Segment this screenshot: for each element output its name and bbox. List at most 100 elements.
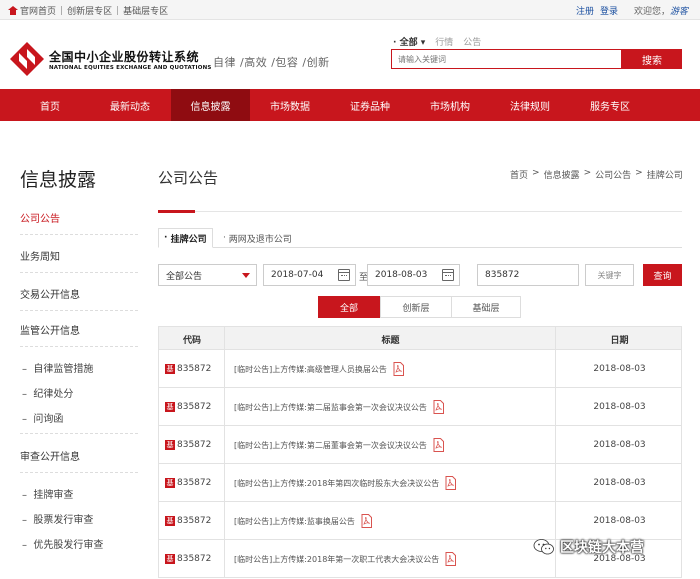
breadcrumb-company-announcements[interactable]: 公司公告	[595, 168, 631, 181]
breadcrumb-listed-companies: 挂牌公司	[646, 171, 683, 181]
sidebar-item-trading-info[interactable]: 交易公开信息	[20, 286, 138, 301]
sidebar-sub-stock-issuance-review[interactable]: – 股票发行审查	[22, 511, 93, 526]
basic-tier-badge: 基	[165, 516, 175, 526]
top-utility-bar: 官网首页 | 创新层专区 | 基础层专区 注册 登录 欢迎您，游客	[0, 0, 700, 20]
sidebar-divider	[20, 346, 138, 347]
sidebar-sub-label: 纪律处分	[33, 389, 74, 400]
breadcrumb-home[interactable]: 首页	[510, 168, 528, 181]
row-title[interactable]: [临时公告]上方传媒:第二届监事会第一次会议决议公告	[234, 388, 444, 426]
nav-home[interactable]: 首页	[20, 89, 80, 121]
announcement-title-link[interactable]: [临时公告]上方传媒:2018年第一次职工代表大会决议公告	[234, 554, 439, 565]
announcement-title-link[interactable]: [临时公告]上方传媒:第二届董事会第一次会议决议公告	[234, 440, 427, 451]
query-button[interactable]: 查询	[643, 264, 682, 286]
code-value: 835872	[177, 440, 212, 450]
login-link[interactable]: 登录	[600, 4, 618, 17]
end-date-value: 2018-08-03	[375, 270, 428, 280]
start-date-input[interactable]: 2018-07-04	[263, 264, 356, 286]
row-title[interactable]: [临时公告]上方传媒:高级管理人员换届公告	[234, 350, 404, 388]
calendar-icon[interactable]	[338, 269, 350, 281]
pdf-icon[interactable]	[393, 362, 404, 376]
row-title[interactable]: [临时公告]上方传媒:2018年第四次临时股东大会决议公告	[234, 464, 457, 502]
register-link[interactable]: 注册	[576, 4, 594, 17]
end-date-input[interactable]: 2018-08-03	[367, 264, 460, 286]
nav-latest-news[interactable]: 最新动态	[100, 89, 160, 121]
basic-zone-link[interactable]: 基础层专区	[123, 4, 168, 17]
sidebar-title: 信息披露	[20, 169, 97, 191]
keyword-input[interactable]: 关键字	[585, 264, 634, 286]
sidebar-sub-label: 优先股发行审查	[33, 540, 104, 551]
segment-innovation-tier[interactable]: 创新层	[380, 296, 452, 318]
breadcrumb-separator: >	[635, 168, 643, 178]
nav-market-data[interactable]: 市场数据	[260, 89, 320, 121]
tab-listed-companies[interactable]: · 挂牌公司	[158, 228, 213, 248]
search-button[interactable]: 搜索	[622, 49, 682, 69]
security-code-input[interactable]: 835872	[477, 264, 579, 286]
column-header-date: 日期	[610, 335, 629, 346]
row-code: 基 835872	[165, 540, 211, 578]
sidebar-sub-preferred-stock-review[interactable]: – 优先股发行审查	[22, 536, 103, 551]
breadcrumb-info-disclosure[interactable]: 信息披露	[544, 168, 580, 181]
nav-service-zone[interactable]: 服务专区	[580, 89, 640, 121]
official-home-link[interactable]: 官网首页	[20, 4, 56, 17]
announcement-title-link[interactable]: [临时公告]上方传媒:监事换届公告	[234, 516, 355, 527]
sidebar-sub-label: 问询函	[33, 414, 64, 425]
start-date-value: 2018-07-04	[271, 270, 324, 280]
row-code: 基 835872	[165, 350, 211, 388]
row-date: 2018-08-03	[593, 402, 646, 412]
calendar-icon[interactable]	[442, 269, 454, 281]
wechat-watermark: 区块链大本营	[533, 537, 644, 557]
neeq-logo-icon[interactable]	[10, 42, 44, 76]
segment-basic-tier[interactable]: 基础层	[451, 296, 521, 318]
segment-all[interactable]: 全部	[318, 296, 380, 318]
search-input[interactable]	[392, 50, 621, 68]
pdf-icon[interactable]	[433, 438, 444, 452]
account-links: 注册 登录 欢迎您，游客	[576, 4, 688, 17]
sidebar-item-supervision-info[interactable]: 监管公开信息	[20, 322, 138, 337]
pdf-icon[interactable]	[445, 552, 457, 566]
row-title[interactable]: [临时公告]上方传媒:监事换届公告	[234, 502, 372, 540]
sidebar-sub-label: 挂牌审查	[33, 490, 74, 501]
row-date: 2018-08-03	[593, 364, 646, 374]
nav-laws-rules[interactable]: 法律规则	[500, 89, 560, 121]
tab-label: 挂牌公司	[170, 234, 207, 245]
search-tab-all-label: 全部	[399, 38, 418, 48]
company-type-tabs: · 挂牌公司 · 两网及退市公司	[158, 228, 682, 248]
nav-info-disclosure[interactable]: 信息披露	[171, 89, 250, 121]
table-row: 基 835872 [临时公告]上方传媒:第二届董事会第一次会议决议公告 2018-…	[158, 426, 682, 464]
nav-market-institutions[interactable]: 市场机构	[420, 89, 480, 121]
pdf-icon[interactable]	[433, 400, 444, 414]
innovation-zone-link[interactable]: 创新层专区	[67, 4, 112, 17]
site-header: 全国中小企业股份转让系统 NATIONAL EQUITIES EXCHANGE …	[0, 20, 700, 89]
sidebar-item-company-announcements[interactable]: 公司公告	[20, 210, 138, 225]
sidebar-item-review-info[interactable]: 审查公开信息	[20, 448, 138, 463]
sidebar-sub-inquiry-letters[interactable]: – 问询函	[22, 410, 63, 425]
row-title[interactable]: [临时公告]上方传媒:2018年第一次职工代表大会决议公告	[234, 540, 457, 578]
table-row: 基 835872 [临时公告]上方传媒:高级管理人员换届公告 2018-08-03	[158, 350, 682, 388]
breadcrumb: 首页 > 信息披露 > 公司公告 > 挂牌公司	[510, 168, 683, 181]
table-row: 基 835872 [临时公告]上方传媒:2018年第四次临时股东大会决议公告 20…	[158, 464, 682, 502]
basic-tier-badge: 基	[165, 364, 175, 374]
guest-link[interactable]: 游客	[670, 7, 688, 17]
announcement-title-link[interactable]: [临时公告]上方传媒:2018年第四次临时股东大会决议公告	[234, 478, 439, 489]
sidebar-sub-disciplinary[interactable]: – 纪律处分	[22, 385, 73, 400]
announcement-type-value: 全部公告	[166, 271, 203, 282]
nav-securities[interactable]: 证券品种	[340, 89, 400, 121]
pdf-icon[interactable]	[445, 476, 457, 490]
wechat-icon	[533, 539, 554, 555]
sidebar-sub-label: 自律监管措施	[33, 364, 94, 375]
search-tab-quotes[interactable]: 行情	[435, 35, 453, 48]
row-title[interactable]: [临时公告]上方传媒:第二届董事会第一次会议决议公告	[234, 426, 444, 464]
sidebar-sub-self-regulatory[interactable]: – 自律监管措施	[22, 360, 93, 375]
watermark-text: 区块链大本营	[560, 540, 644, 556]
tab-delisted-companies[interactable]: · 两网及退市公司	[218, 228, 297, 248]
search-tab-announcements[interactable]: 公告	[463, 35, 481, 48]
sidebar-sub-listing-review[interactable]: – 挂牌审查	[22, 486, 73, 501]
announcement-type-select[interactable]: 全部公告	[158, 264, 257, 286]
announcement-title-link[interactable]: [临时公告]上方传媒:第二届监事会第一次会议决议公告	[234, 402, 427, 413]
title-divider	[158, 211, 682, 212]
code-value: 835872	[177, 402, 212, 412]
search-tab-all[interactable]: · 全部 ▾	[393, 35, 425, 48]
announcement-title-link[interactable]: [临时公告]上方传媒:高级管理人员换届公告	[234, 364, 387, 375]
pdf-icon[interactable]	[361, 514, 372, 528]
sidebar-item-business-notices[interactable]: 业务周知	[20, 248, 138, 263]
